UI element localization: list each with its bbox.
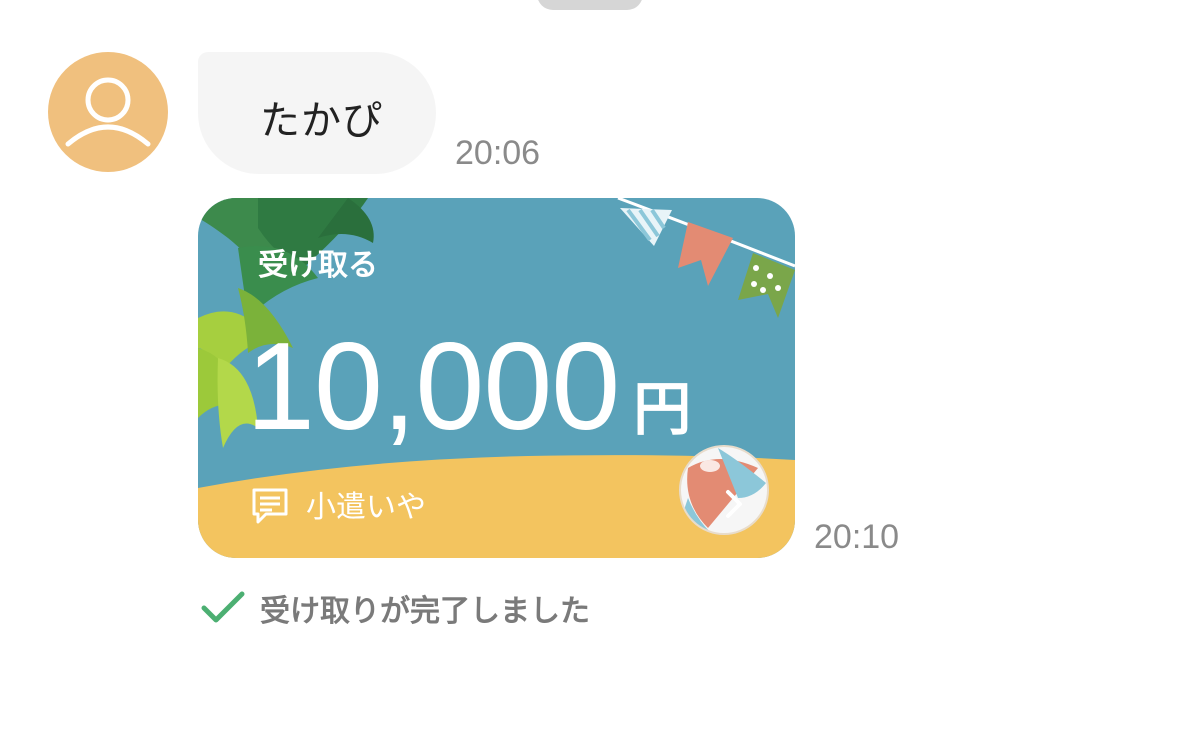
status-text: 受け取りが完了しました [260, 594, 590, 629]
currency-unit: 円 [633, 375, 692, 443]
message-timestamp: 20:10 [814, 518, 900, 556]
message-icon [252, 488, 288, 524]
memo-text: 小遣いや [306, 490, 426, 525]
message-timestamp: 20:06 [455, 134, 541, 172]
receive-label: 受け取る [258, 248, 378, 283]
amount-display: 10,000 円 [246, 316, 691, 456]
check-icon [201, 591, 245, 623]
message-bubble[interactable]: たかぴ [198, 52, 436, 174]
money-receive-card[interactable]: 受け取る 10,000 円 小遣いや [198, 198, 795, 558]
scroll-indicator [537, 0, 643, 10]
sender-avatar[interactable] [48, 52, 168, 172]
amount-value: 10,000 [246, 318, 620, 456]
person-icon [65, 77, 151, 147]
message-text: たかぴ [260, 98, 383, 144]
chevron-right-icon [726, 490, 742, 518]
chat-screen: たかぴ 20:06 受け取る 10,000 円 小遣いや 20:10 受け取りが… [0, 0, 1179, 754]
